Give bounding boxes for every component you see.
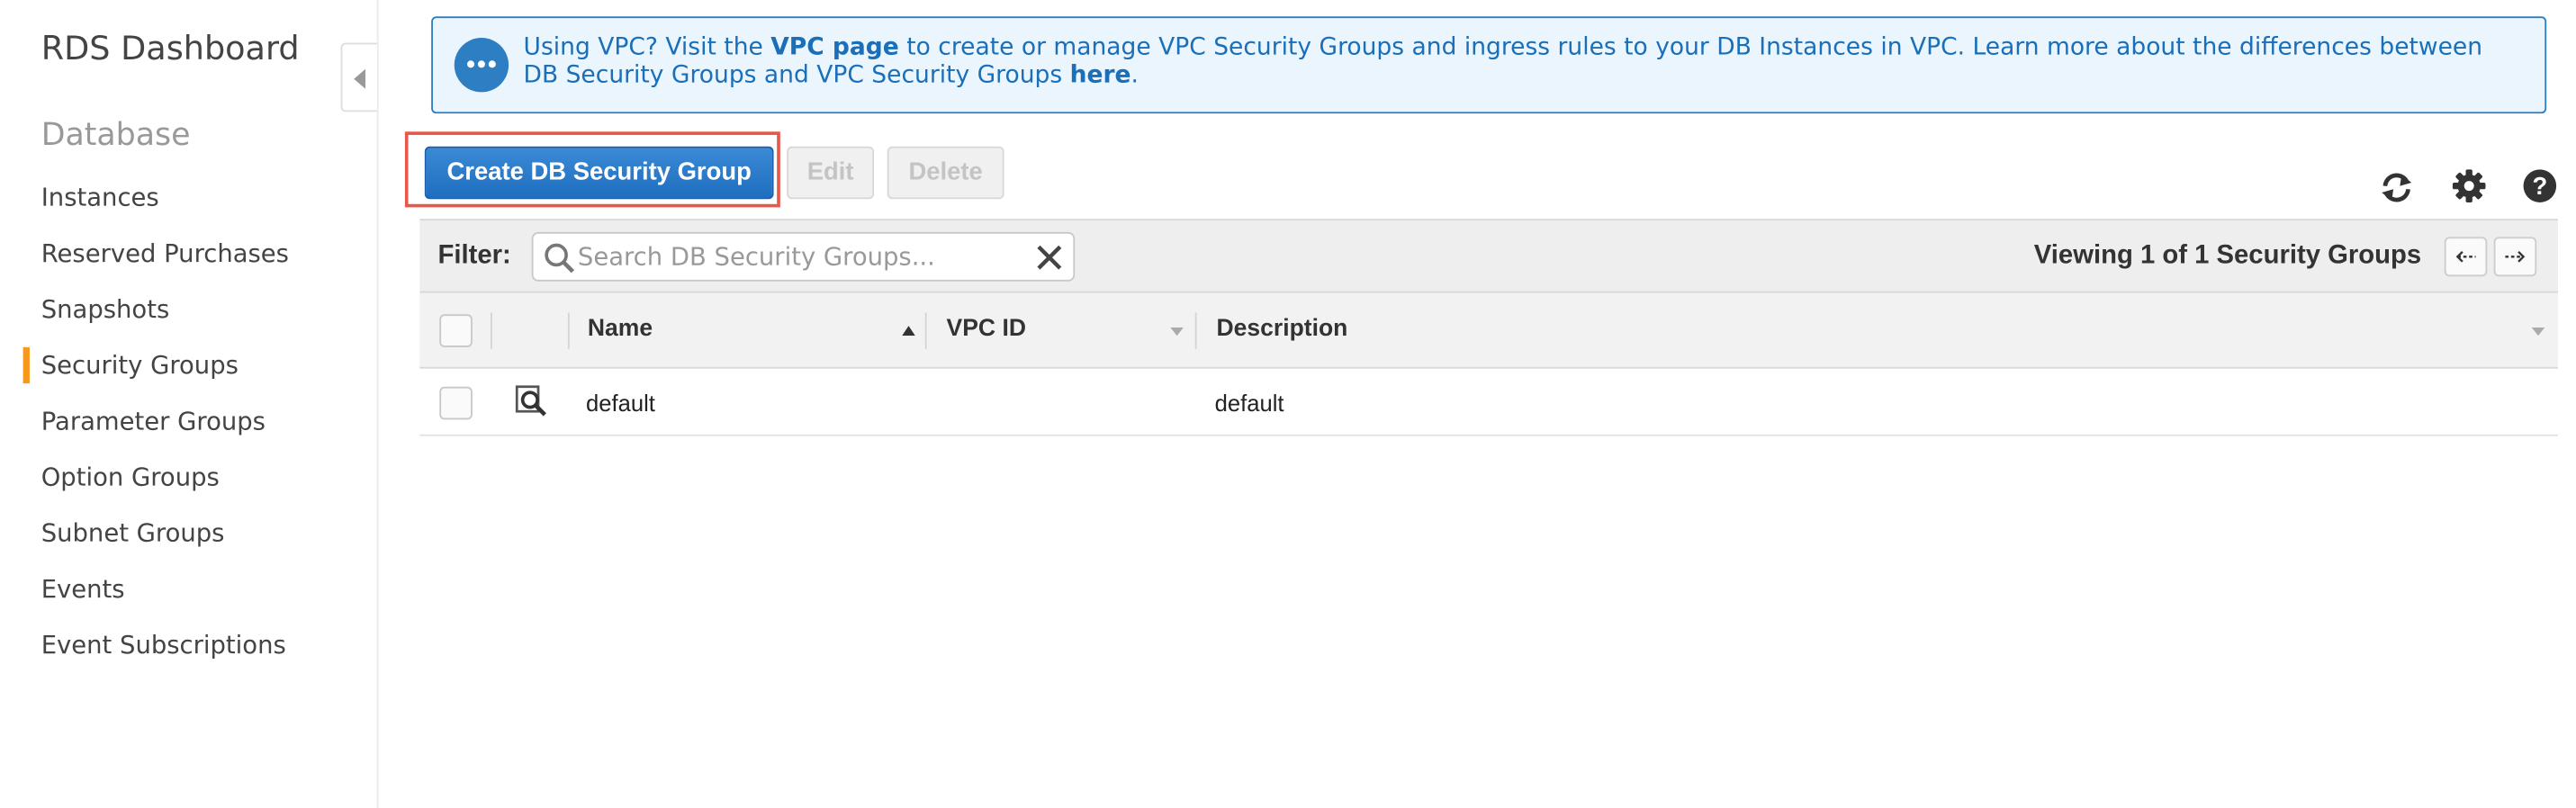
sidebar-item-reserved-purchases[interactable]: Reserved Purchases [0, 226, 377, 282]
chat-bubble-icon [454, 38, 509, 93]
cell-name: default [586, 390, 655, 417]
column-divider [1194, 312, 1197, 349]
next-page-button[interactable] [2493, 237, 2537, 277]
sidebar-item-snapshots[interactable]: Snapshots [0, 282, 377, 337]
filter-label: Filter: [437, 241, 511, 270]
sidebar-item-events[interactable]: Events [0, 561, 377, 617]
arrow-left-icon [2455, 250, 2476, 263]
column-divider [567, 312, 570, 349]
arrow-right-icon [2505, 250, 2526, 263]
sidebar: RDS Dashboard Database Instances Reserve… [0, 0, 379, 808]
search-icon [545, 243, 575, 274]
banner-message: Using VPC? Visit the VPC page to create … [524, 34, 2524, 90]
cell-description: default [1214, 390, 1284, 417]
vpc-page-link[interactable]: VPC page [770, 34, 899, 60]
sidebar-nav: Instances Reserved Purchases Snapshots S… [0, 169, 377, 673]
create-db-security-group-button[interactable]: Create DB Security Group [424, 146, 774, 200]
svg-text:?: ? [2532, 172, 2547, 200]
search-input[interactable] [577, 240, 1022, 274]
sidebar-item-event-subscriptions[interactable]: Event Subscriptions [0, 617, 377, 673]
row-select-checkbox[interactable] [439, 386, 473, 420]
sidebar-title[interactable]: RDS Dashboard [41, 28, 300, 67]
select-all-checkbox[interactable] [439, 314, 473, 347]
column-header-description[interactable]: Description [1216, 316, 1347, 342]
caret-left-icon [354, 68, 365, 89]
sort-ascending-icon[interactable] [902, 326, 915, 337]
gear-icon[interactable] [2451, 168, 2487, 204]
sidebar-item-parameter-groups[interactable]: Parameter Groups [0, 393, 377, 449]
here-link[interactable]: here [1070, 62, 1131, 88]
sidebar-item-subnet-groups[interactable]: Subnet Groups [0, 505, 377, 561]
vpc-info-banner: Using VPC? Visit the VPC page to create … [431, 16, 2547, 114]
sidebar-collapse-button[interactable] [340, 42, 377, 112]
filter-bar: Filter: Viewing 1 of 1 Security Groups [419, 219, 2558, 293]
column-divider [924, 312, 927, 349]
refresh-icon[interactable] [2379, 169, 2415, 205]
previous-page-button[interactable] [2444, 237, 2488, 277]
table-row[interactable]: default default [419, 370, 2558, 436]
clear-search-icon[interactable] [1035, 244, 1063, 272]
help-icon[interactable]: ? [2522, 168, 2558, 204]
search-box[interactable] [531, 231, 1076, 282]
sidebar-item-security-groups[interactable]: Security Groups [0, 337, 377, 393]
sidebar-item-option-groups[interactable]: Option Groups [0, 449, 377, 505]
details-magnifier-icon[interactable] [515, 385, 548, 418]
edit-button[interactable]: Edit [787, 146, 875, 200]
column-divider [490, 312, 492, 349]
sidebar-section-database: Database [41, 116, 191, 154]
column-header-vpc-id[interactable]: VPC ID [947, 316, 1026, 342]
viewing-count: Viewing 1 of 1 Security Groups [2033, 241, 2422, 270]
table-header: Name VPC ID Description [419, 292, 2558, 369]
delete-button[interactable]: Delete [887, 146, 1004, 200]
banner-text-3: . [1130, 62, 1139, 89]
sidebar-item-instances[interactable]: Instances [0, 169, 377, 225]
sort-dropdown-icon[interactable] [1170, 327, 1184, 337]
sort-dropdown-icon[interactable] [2531, 327, 2545, 337]
column-header-name[interactable]: Name [588, 316, 653, 342]
banner-text-1: Using VPC? Visit the [523, 34, 771, 61]
